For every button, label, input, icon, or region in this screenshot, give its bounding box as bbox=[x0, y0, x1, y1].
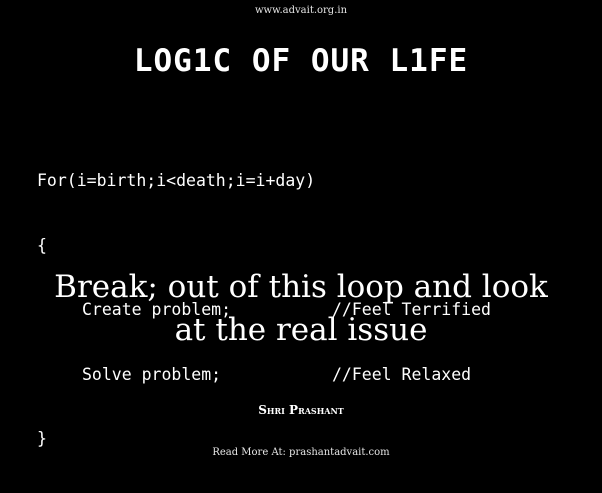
site-url: www.advait.org.in bbox=[254, 5, 348, 16]
quote-line-1: Break; out of this loop and look bbox=[54, 269, 548, 305]
quote-poster: www.advait.org.in LOG1C OF OUR L1FE For(… bbox=[0, 0, 602, 465]
code-line-2: Solve problem; //Feel Relaxed bbox=[37, 364, 491, 386]
open-brace: { bbox=[37, 235, 47, 255]
comment-relaxed: //Feel Relaxed bbox=[332, 364, 472, 384]
statement-solve: Solve problem; bbox=[82, 364, 222, 384]
author-name: Shri Prashant bbox=[258, 403, 344, 417]
quote-text: Break; out of this loop and look at the … bbox=[0, 266, 602, 352]
read-more-link-text: Read More At: prashantadvait.com bbox=[212, 447, 390, 458]
poster-title: LOG1C OF OUR L1FE bbox=[133, 43, 469, 79]
quote-line-2: at the real issue bbox=[174, 312, 428, 348]
loop-header: For(i=birth;i<death;i=i+day) bbox=[37, 171, 316, 190]
